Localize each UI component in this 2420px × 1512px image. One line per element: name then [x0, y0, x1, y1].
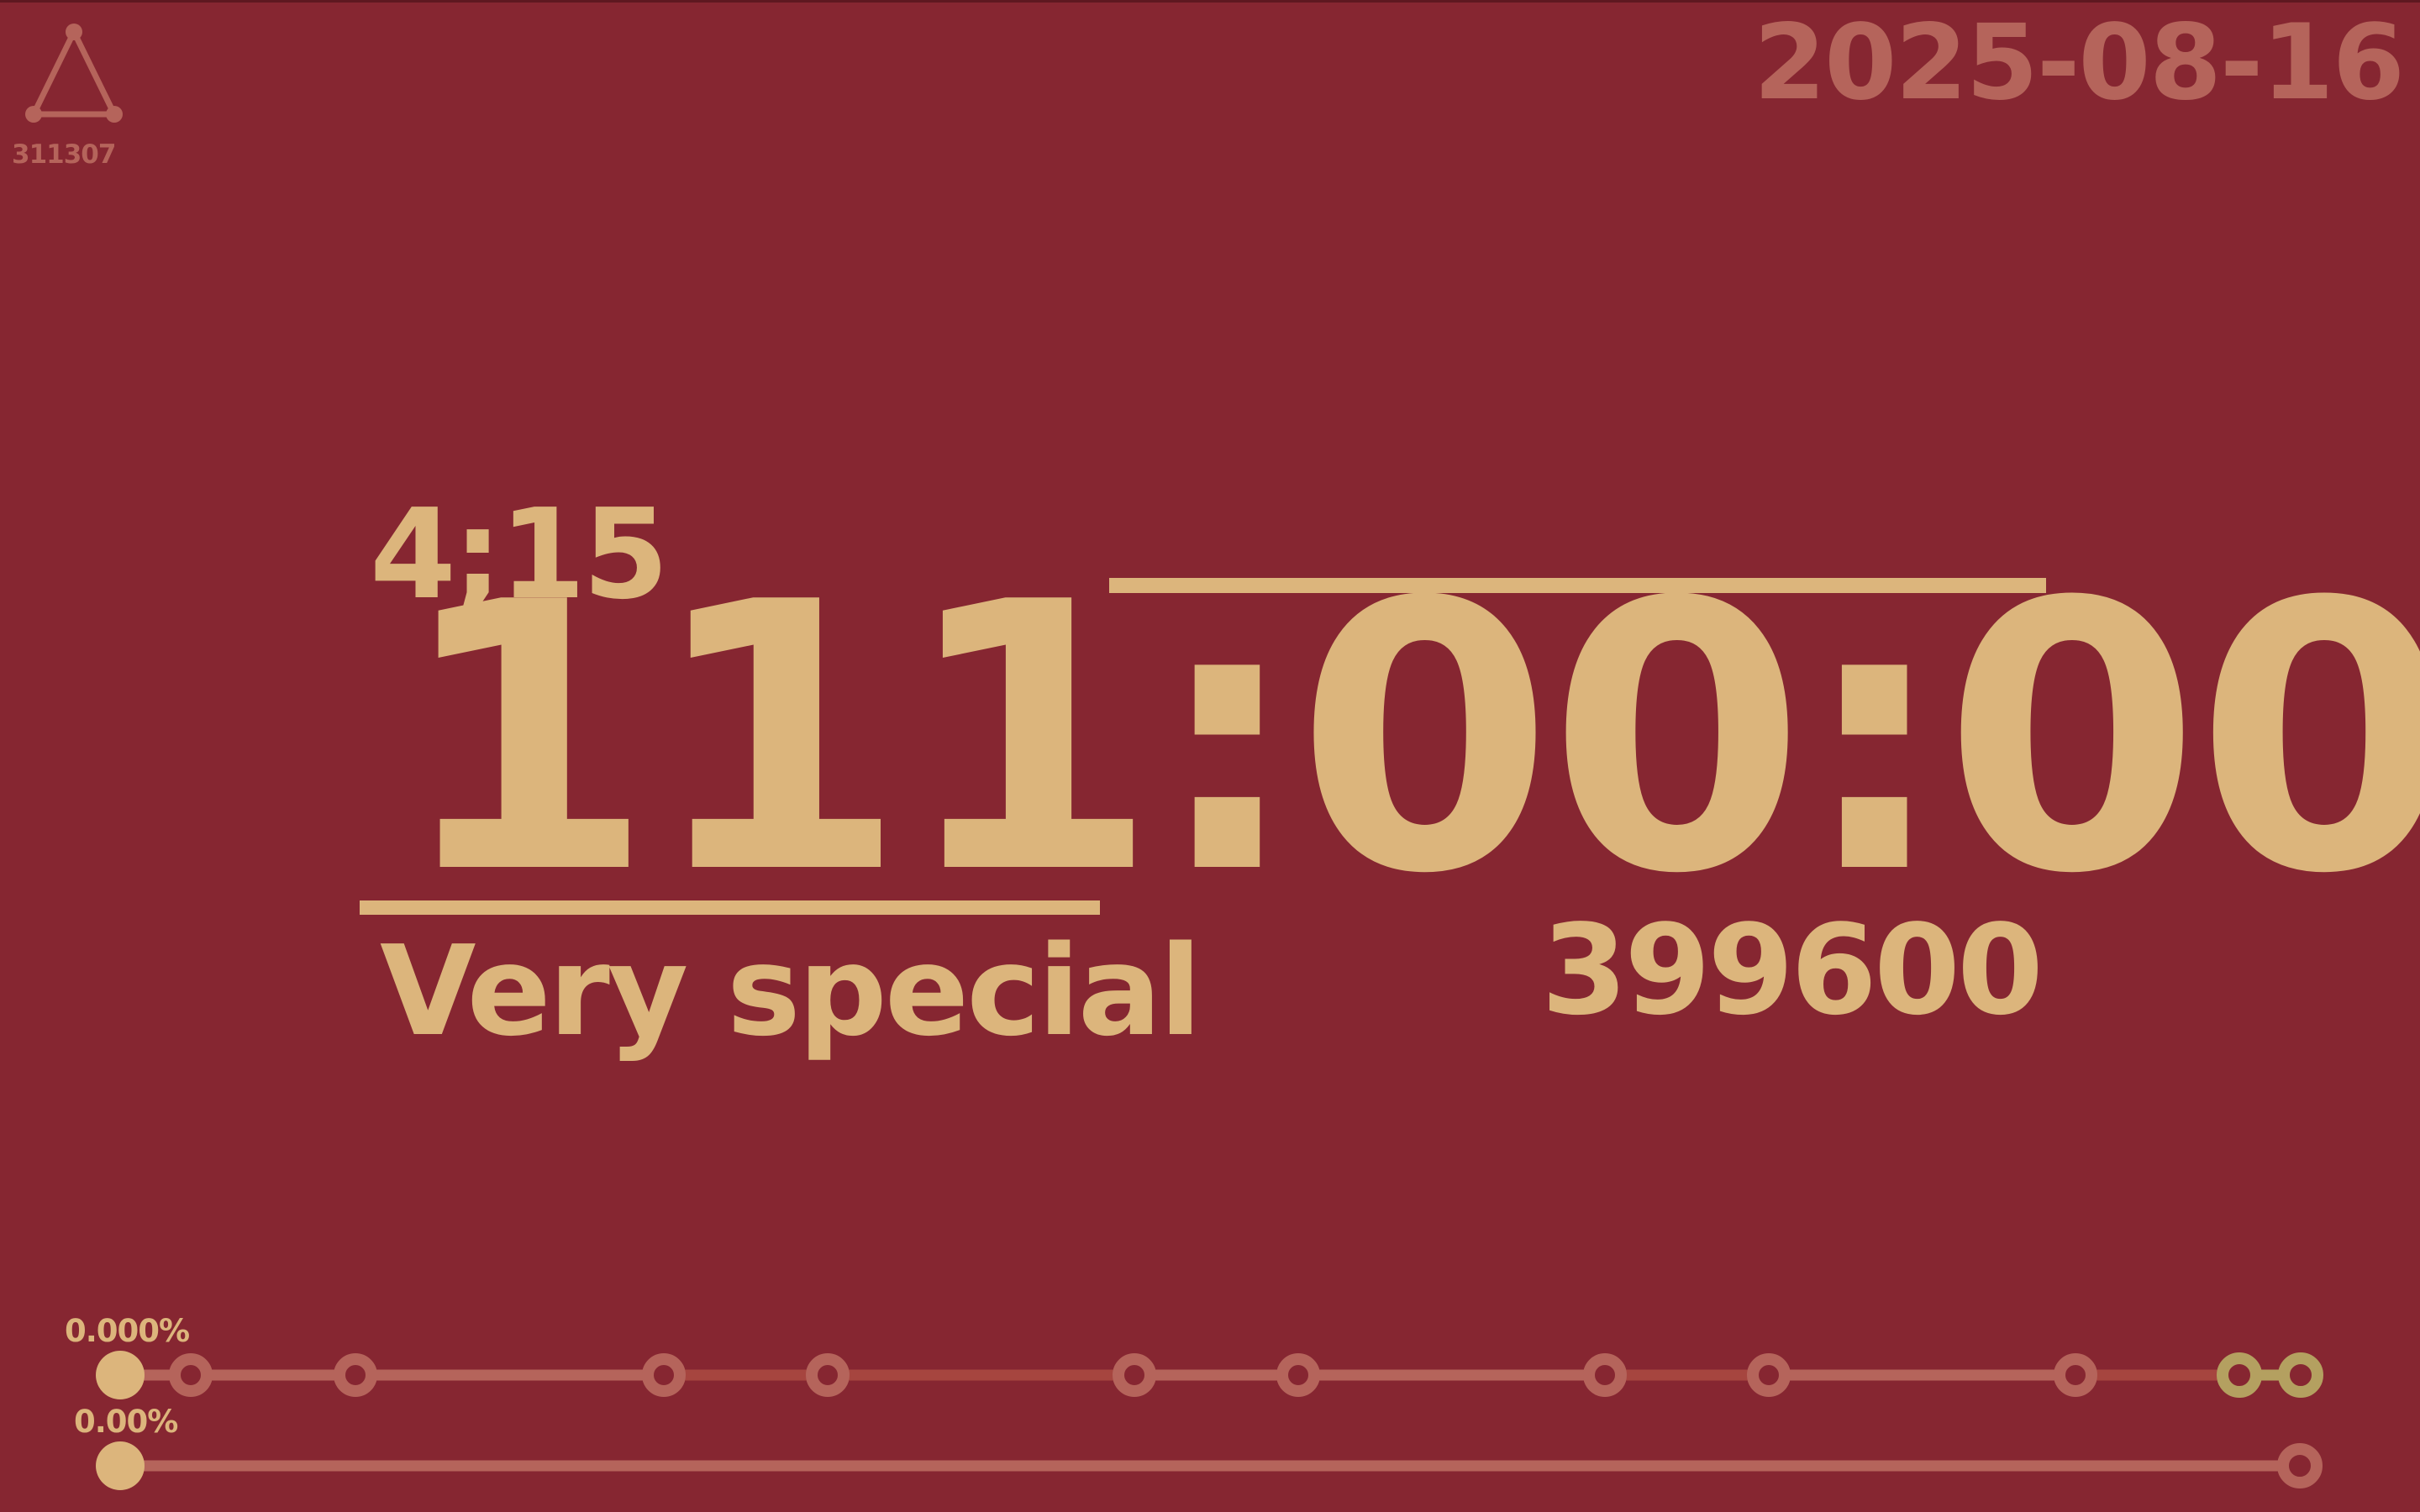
progress-marker — [1276, 1353, 1320, 1397]
progress-track-top — [96, 1351, 2323, 1399]
progress-marker — [1583, 1353, 1627, 1397]
progress-track-bottom — [96, 1441, 2323, 1490]
progress-marker — [642, 1353, 686, 1397]
progress-marker — [2217, 1352, 2262, 1398]
progress-marker — [169, 1353, 213, 1397]
triangle-nodes-icon — [25, 24, 123, 123]
progress-knob-bottom[interactable] — [96, 1441, 145, 1490]
seconds-count: 399600 — [1541, 898, 2044, 1042]
main-time: 111:00:00 — [397, 524, 2420, 954]
progress-marker — [1113, 1353, 1156, 1397]
bottom-rule — [360, 900, 1100, 915]
progress-end-marker — [2278, 1352, 2323, 1398]
status-label: Very special — [380, 919, 1202, 1063]
device-code: 311307 — [12, 139, 116, 170]
progress-marker — [806, 1353, 850, 1397]
screen: 311307 2025-08-16 4;15 111:00:00 Very sp… — [0, 0, 2420, 1512]
date-display: 2025-08-16 — [1753, 3, 2405, 123]
progress-marker — [1747, 1353, 1791, 1397]
progress-marker — [2054, 1353, 2097, 1397]
progress-tracks — [96, 1351, 2323, 1490]
progress-marker — [334, 1353, 377, 1397]
progress-end-marker — [2277, 1443, 2323, 1488]
progress-knob-top[interactable] — [96, 1351, 145, 1399]
